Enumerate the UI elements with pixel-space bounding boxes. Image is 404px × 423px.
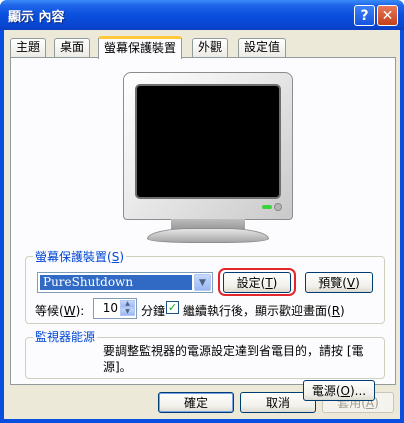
resume-welcome-checkbox[interactable]: ✓ bbox=[166, 301, 179, 314]
display-properties-window: 顯示 內容 ? ✕ 主題 桌面 螢幕保護裝置 外觀 設定值 螢幕保護裝置(S) … bbox=[0, 0, 404, 423]
monitor-button-icon bbox=[274, 203, 282, 211]
close-button[interactable]: ✕ bbox=[377, 5, 398, 26]
minutes-label: 分鐘 bbox=[141, 304, 166, 318]
preview-button[interactable]: 預覽(V) bbox=[305, 272, 373, 293]
screensaver-settings-button[interactable]: 設定(T) bbox=[223, 272, 291, 293]
ok-button[interactable]: 確定 bbox=[158, 392, 234, 413]
chevron-down-icon[interactable]: ▼ bbox=[194, 274, 211, 291]
monitor-preview bbox=[123, 72, 293, 220]
dialog-client-area: 主題 桌面 螢幕保護裝置 外觀 設定值 螢幕保護裝置(S) PureShutdo… bbox=[4, 30, 400, 419]
resume-welcome-label[interactable]: 繼續執行後，顯示歡迎畫面(R) bbox=[183, 302, 345, 319]
window-title: 顯示 內容 bbox=[8, 10, 65, 25]
tab-settings[interactable]: 設定值 bbox=[238, 38, 287, 57]
screensaver-select[interactable]: PureShutdown ▼ bbox=[37, 272, 213, 293]
power-group-label: 監視器能源 bbox=[33, 328, 98, 345]
help-button[interactable]: ? bbox=[354, 5, 375, 26]
power-light-icon bbox=[262, 205, 272, 209]
tab-appearance[interactable]: 外觀 bbox=[192, 38, 229, 57]
spin-up-icon[interactable]: ▲ bbox=[120, 300, 135, 308]
monitor-screen bbox=[135, 84, 281, 199]
tab-screensaver[interactable]: 螢幕保護裝置 bbox=[98, 36, 183, 59]
monitor-base bbox=[147, 228, 269, 243]
screensaver-selected-value: PureShutdown bbox=[40, 275, 192, 290]
tab-themes[interactable]: 主題 bbox=[10, 38, 47, 57]
wait-label: 等候(W): bbox=[35, 304, 85, 318]
power-button[interactable]: 電源(O)... bbox=[303, 380, 375, 401]
checkmark-icon: ✓ bbox=[167, 301, 178, 314]
screensaver-panel: 螢幕保護裝置(S) PureShutdown ▼ 設定(T) 預覽(V) 等候(… bbox=[10, 57, 396, 401]
title-bar[interactable]: 顯示 內容 ? ✕ bbox=[0, 0, 404, 30]
help-icon: ? bbox=[360, 7, 369, 24]
screensaver-group-label: 螢幕保護裝置(S) bbox=[33, 248, 126, 265]
tab-desktop[interactable]: 桌面 bbox=[54, 38, 91, 57]
power-description: 要調整監視器的電源設定達到省電目的，請按 [電源]。 bbox=[103, 344, 364, 374]
wait-minutes-spinner[interactable]: 10 ▲ ▼ bbox=[93, 298, 137, 319]
spin-down-icon[interactable]: ▼ bbox=[120, 308, 135, 316]
wait-minutes-value: 10 bbox=[102, 301, 118, 315]
close-icon: ✕ bbox=[381, 7, 394, 24]
